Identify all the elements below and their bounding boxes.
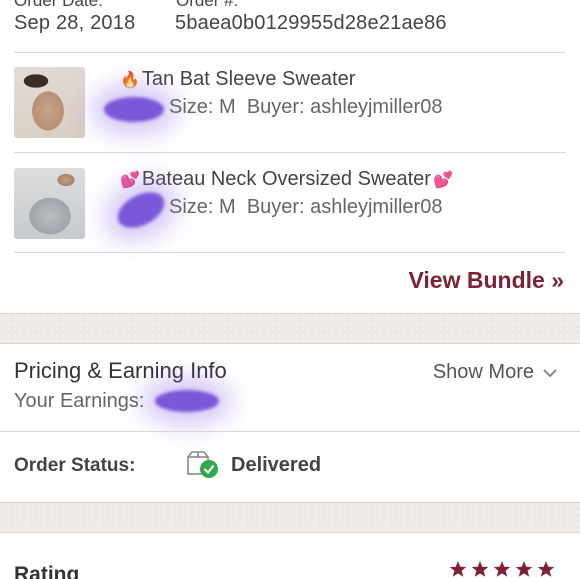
item-thumbnail-tan-sweater[interactable] xyxy=(14,67,85,138)
star-icon xyxy=(515,561,533,577)
show-more-button[interactable]: Show More xyxy=(433,361,558,384)
item-thumbnail-bateau-sweater[interactable] xyxy=(14,168,85,239)
item-details: Size: M Buyer: ashleyjmiller08 xyxy=(169,196,442,219)
redacted-earnings xyxy=(155,390,219,412)
two-hearts-icon: 💕 xyxy=(432,171,453,189)
order-number-label: Order #: xyxy=(176,0,239,10)
item-details: Size: M Buyer: ashleyjmiller08 xyxy=(169,96,442,119)
redacted-price xyxy=(111,185,171,235)
view-bundle-link[interactable]: View Bundle » xyxy=(408,267,564,294)
item-title[interactable]: Bateau Neck Oversized Sweater xyxy=(142,168,431,191)
fire-icon: 🔥 xyxy=(120,71,140,89)
item-size: Size: M xyxy=(169,96,236,118)
divider xyxy=(14,152,566,153)
two-hearts-icon: 💕 xyxy=(120,171,140,189)
divider xyxy=(14,52,566,53)
divider xyxy=(14,252,566,253)
show-more-label: Show More xyxy=(432,361,534,383)
item-buyer: Buyer: ashleyjmiller08 xyxy=(246,96,443,118)
chevron-down-icon xyxy=(543,368,557,377)
rating-stars xyxy=(449,560,555,578)
section-gap xyxy=(0,314,580,343)
rating-label: Rating xyxy=(14,563,80,579)
order-date-label: Order Date: xyxy=(14,0,103,10)
delivered-box-icon xyxy=(187,451,218,478)
item-title-row[interactable]: 💕 Bateau Neck Oversized Sweater 💕 xyxy=(120,168,455,191)
divider xyxy=(0,532,580,533)
item-title-row[interactable]: 🔥 Tan Bat Sleeve Sweater xyxy=(120,68,355,91)
pricing-section-title: Pricing & Earning Info xyxy=(14,358,227,383)
star-icon xyxy=(471,561,489,577)
divider xyxy=(0,343,580,344)
star-icon xyxy=(537,561,555,577)
order-status-label: Order Status: xyxy=(14,455,136,476)
earnings-label: Your Earnings: xyxy=(14,390,145,412)
item-title[interactable]: Tan Bat Sleeve Sweater xyxy=(142,68,355,91)
redacted-price xyxy=(104,97,164,122)
item-buyer: Buyer: ashleyjmiller08 xyxy=(246,196,443,218)
order-status-value: Delivered xyxy=(231,454,322,476)
order-number-value: 5baea0b0129955d28e21ae86 xyxy=(175,12,447,34)
order-date-value: Sep 28, 2018 xyxy=(14,12,136,34)
star-icon xyxy=(449,561,467,577)
star-icon xyxy=(493,561,511,577)
item-size: Size: M xyxy=(169,196,236,218)
divider xyxy=(0,431,580,432)
section-gap xyxy=(0,503,580,532)
